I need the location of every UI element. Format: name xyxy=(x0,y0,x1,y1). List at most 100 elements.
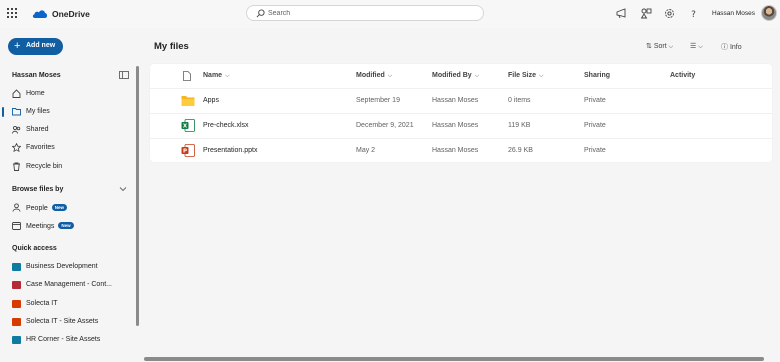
file-list: Name ⌵ Modified ⌵ Modified By ⌵ File Size ⌵ … xyxy=(150,64,772,162)
sort-icon: ⇅ xyxy=(646,43,652,50)
sidebar-item-shared[interactable]: Shared xyxy=(0,122,136,138)
table-row[interactable]: Apps September 19 Hassan Moses 0 items P… xyxy=(150,88,772,113)
column-header-label: Name xyxy=(203,72,223,79)
file-name[interactable]: Apps xyxy=(203,97,219,104)
quick-access-heading: Quick access xyxy=(12,245,57,252)
sidebar-item-meetings[interactable]: Meetings New xyxy=(0,218,136,234)
help-icon[interactable]: ? xyxy=(688,8,699,19)
view-options-button[interactable]: ☰ ⌵ xyxy=(690,42,703,51)
people-icon xyxy=(12,125,21,134)
site-icon xyxy=(12,281,21,289)
avatar[interactable] xyxy=(761,5,777,21)
sidebar-item-label: Recycle bin xyxy=(26,163,63,170)
file-name[interactable]: Pre-check.xlsx xyxy=(203,122,249,129)
add-new-label: Add new xyxy=(26,42,56,49)
horizontal-scrollbar[interactable] xyxy=(144,357,764,361)
megaphone-icon[interactable] xyxy=(616,8,627,19)
browse-files-heading: Browse files by xyxy=(12,186,64,193)
column-header-label: Modified By xyxy=(432,72,472,79)
add-new-button[interactable]: + Add new xyxy=(8,38,63,55)
quick-access-label: Business Development xyxy=(26,263,98,270)
sort-label: Sort xyxy=(653,43,667,50)
powerpoint-file-icon: P xyxy=(181,144,195,157)
column-header-modified[interactable]: Modified ⌵ xyxy=(356,72,392,80)
column-header-label: Activity xyxy=(670,72,696,79)
quick-access-item[interactable]: HR Corner - Site Assets xyxy=(0,332,136,348)
app-name[interactable]: OneDrive xyxy=(52,9,90,19)
site-icon xyxy=(12,263,21,271)
search-input[interactable] xyxy=(268,8,468,19)
site-icon xyxy=(12,300,21,308)
file-type-icon[interactable] xyxy=(183,71,191,81)
sort-button[interactable]: ⇅ Sort ⌵ xyxy=(646,42,673,51)
file-modified: May 2 xyxy=(356,147,376,154)
quick-access-label: Solecta IT xyxy=(26,300,58,307)
folder-icon xyxy=(181,96,195,106)
sidebar-item-recycle-bin[interactable]: Recycle bin xyxy=(0,159,136,175)
meeting-icon xyxy=(12,222,21,230)
table-row[interactable]: P Presentation.pptx May 2 Hassan Moses 2… xyxy=(150,138,772,163)
file-name[interactable]: Presentation.pptx xyxy=(203,147,257,154)
page-title: My files xyxy=(154,41,189,52)
sidebar-user-name: Hassan Moses xyxy=(12,72,61,79)
sidebar-item-label: Shared xyxy=(26,126,49,133)
chevron-down-icon: ⌵ xyxy=(225,73,230,79)
info-button[interactable]: ⓘ Info xyxy=(721,42,742,52)
column-header-activity[interactable]: Activity xyxy=(670,72,695,79)
sidebar: + Add new Hassan Moses Home My files Sha… xyxy=(0,28,140,362)
excel-file-icon: X xyxy=(181,119,195,132)
file-size: 119 KB xyxy=(508,122,531,129)
new-badge: New xyxy=(58,222,74,229)
column-header-label: File Size xyxy=(508,72,537,79)
file-size: 26.9 KB xyxy=(508,147,533,154)
file-sharing: Private xyxy=(584,122,606,129)
plus-icon: + xyxy=(14,40,21,52)
quick-access-label: Case Management - Cont... xyxy=(26,281,112,288)
quick-access-label: HR Corner - Site Assets xyxy=(26,336,101,343)
sidebar-item-people[interactable]: People New xyxy=(0,200,136,216)
sidebar-item-my-files[interactable]: My files xyxy=(0,104,136,120)
column-header-sharing[interactable]: Sharing xyxy=(584,72,610,79)
file-modified: September 19 xyxy=(356,97,400,104)
app-launcher-icon[interactable] xyxy=(7,8,17,18)
onedrive-logo-icon xyxy=(32,10,48,18)
column-header-name[interactable]: Name ⌵ xyxy=(203,72,230,80)
collapse-pane-icon[interactable] xyxy=(119,71,129,79)
people-label: People xyxy=(26,205,48,212)
chevron-down-icon[interactable] xyxy=(119,186,127,192)
sidebar-item-home[interactable]: Home xyxy=(0,86,136,102)
site-icon xyxy=(12,336,21,344)
person-icon xyxy=(12,203,21,212)
quick-access-item[interactable]: Case Management - Cont... xyxy=(0,277,136,293)
file-modified-by: Hassan Moses xyxy=(432,97,479,104)
quick-access-item[interactable]: Solecta IT - Site Assets xyxy=(0,314,136,330)
chevron-down-icon: ⌵ xyxy=(668,44,674,50)
search-box[interactable] xyxy=(246,5,484,21)
chevron-down-icon: ⌵ xyxy=(698,44,703,50)
quick-access-label: Solecta IT - Site Assets xyxy=(26,318,99,325)
list-view-icon: ☰ xyxy=(690,43,697,50)
table-row[interactable]: X Pre-check.xlsx December 9, 2021 Hassan… xyxy=(150,113,772,138)
file-modified: December 9, 2021 xyxy=(356,122,414,129)
svg-text:?: ? xyxy=(691,10,696,19)
file-size: 0 items xyxy=(508,97,531,104)
info-icon: ⓘ xyxy=(721,44,728,51)
file-modified-by: Hassan Moses xyxy=(432,147,479,154)
sidebar-item-label: Home xyxy=(26,90,45,97)
column-header-label: Modified xyxy=(356,72,385,79)
quick-access-item[interactable]: Solecta IT xyxy=(0,296,136,312)
star-icon xyxy=(12,143,21,152)
column-header-modified-by[interactable]: Modified By ⌵ xyxy=(432,72,479,80)
meetings-label: Meetings xyxy=(26,223,55,230)
sidebar-item-favorites[interactable]: Favorites xyxy=(0,140,136,156)
sidebar-scrollbar[interactable] xyxy=(136,66,139,326)
account-name[interactable]: Hassan Moses xyxy=(712,10,755,17)
site-icon xyxy=(12,318,21,326)
column-header-file-size[interactable]: File Size ⌵ xyxy=(508,72,544,80)
home-icon xyxy=(12,89,21,98)
info-label: Info xyxy=(729,44,742,51)
gear-icon[interactable] xyxy=(664,8,675,19)
chevron-down-icon: ⌵ xyxy=(539,73,544,79)
shapes-icon[interactable] xyxy=(641,8,652,19)
quick-access-item[interactable]: Business Development xyxy=(0,259,136,275)
